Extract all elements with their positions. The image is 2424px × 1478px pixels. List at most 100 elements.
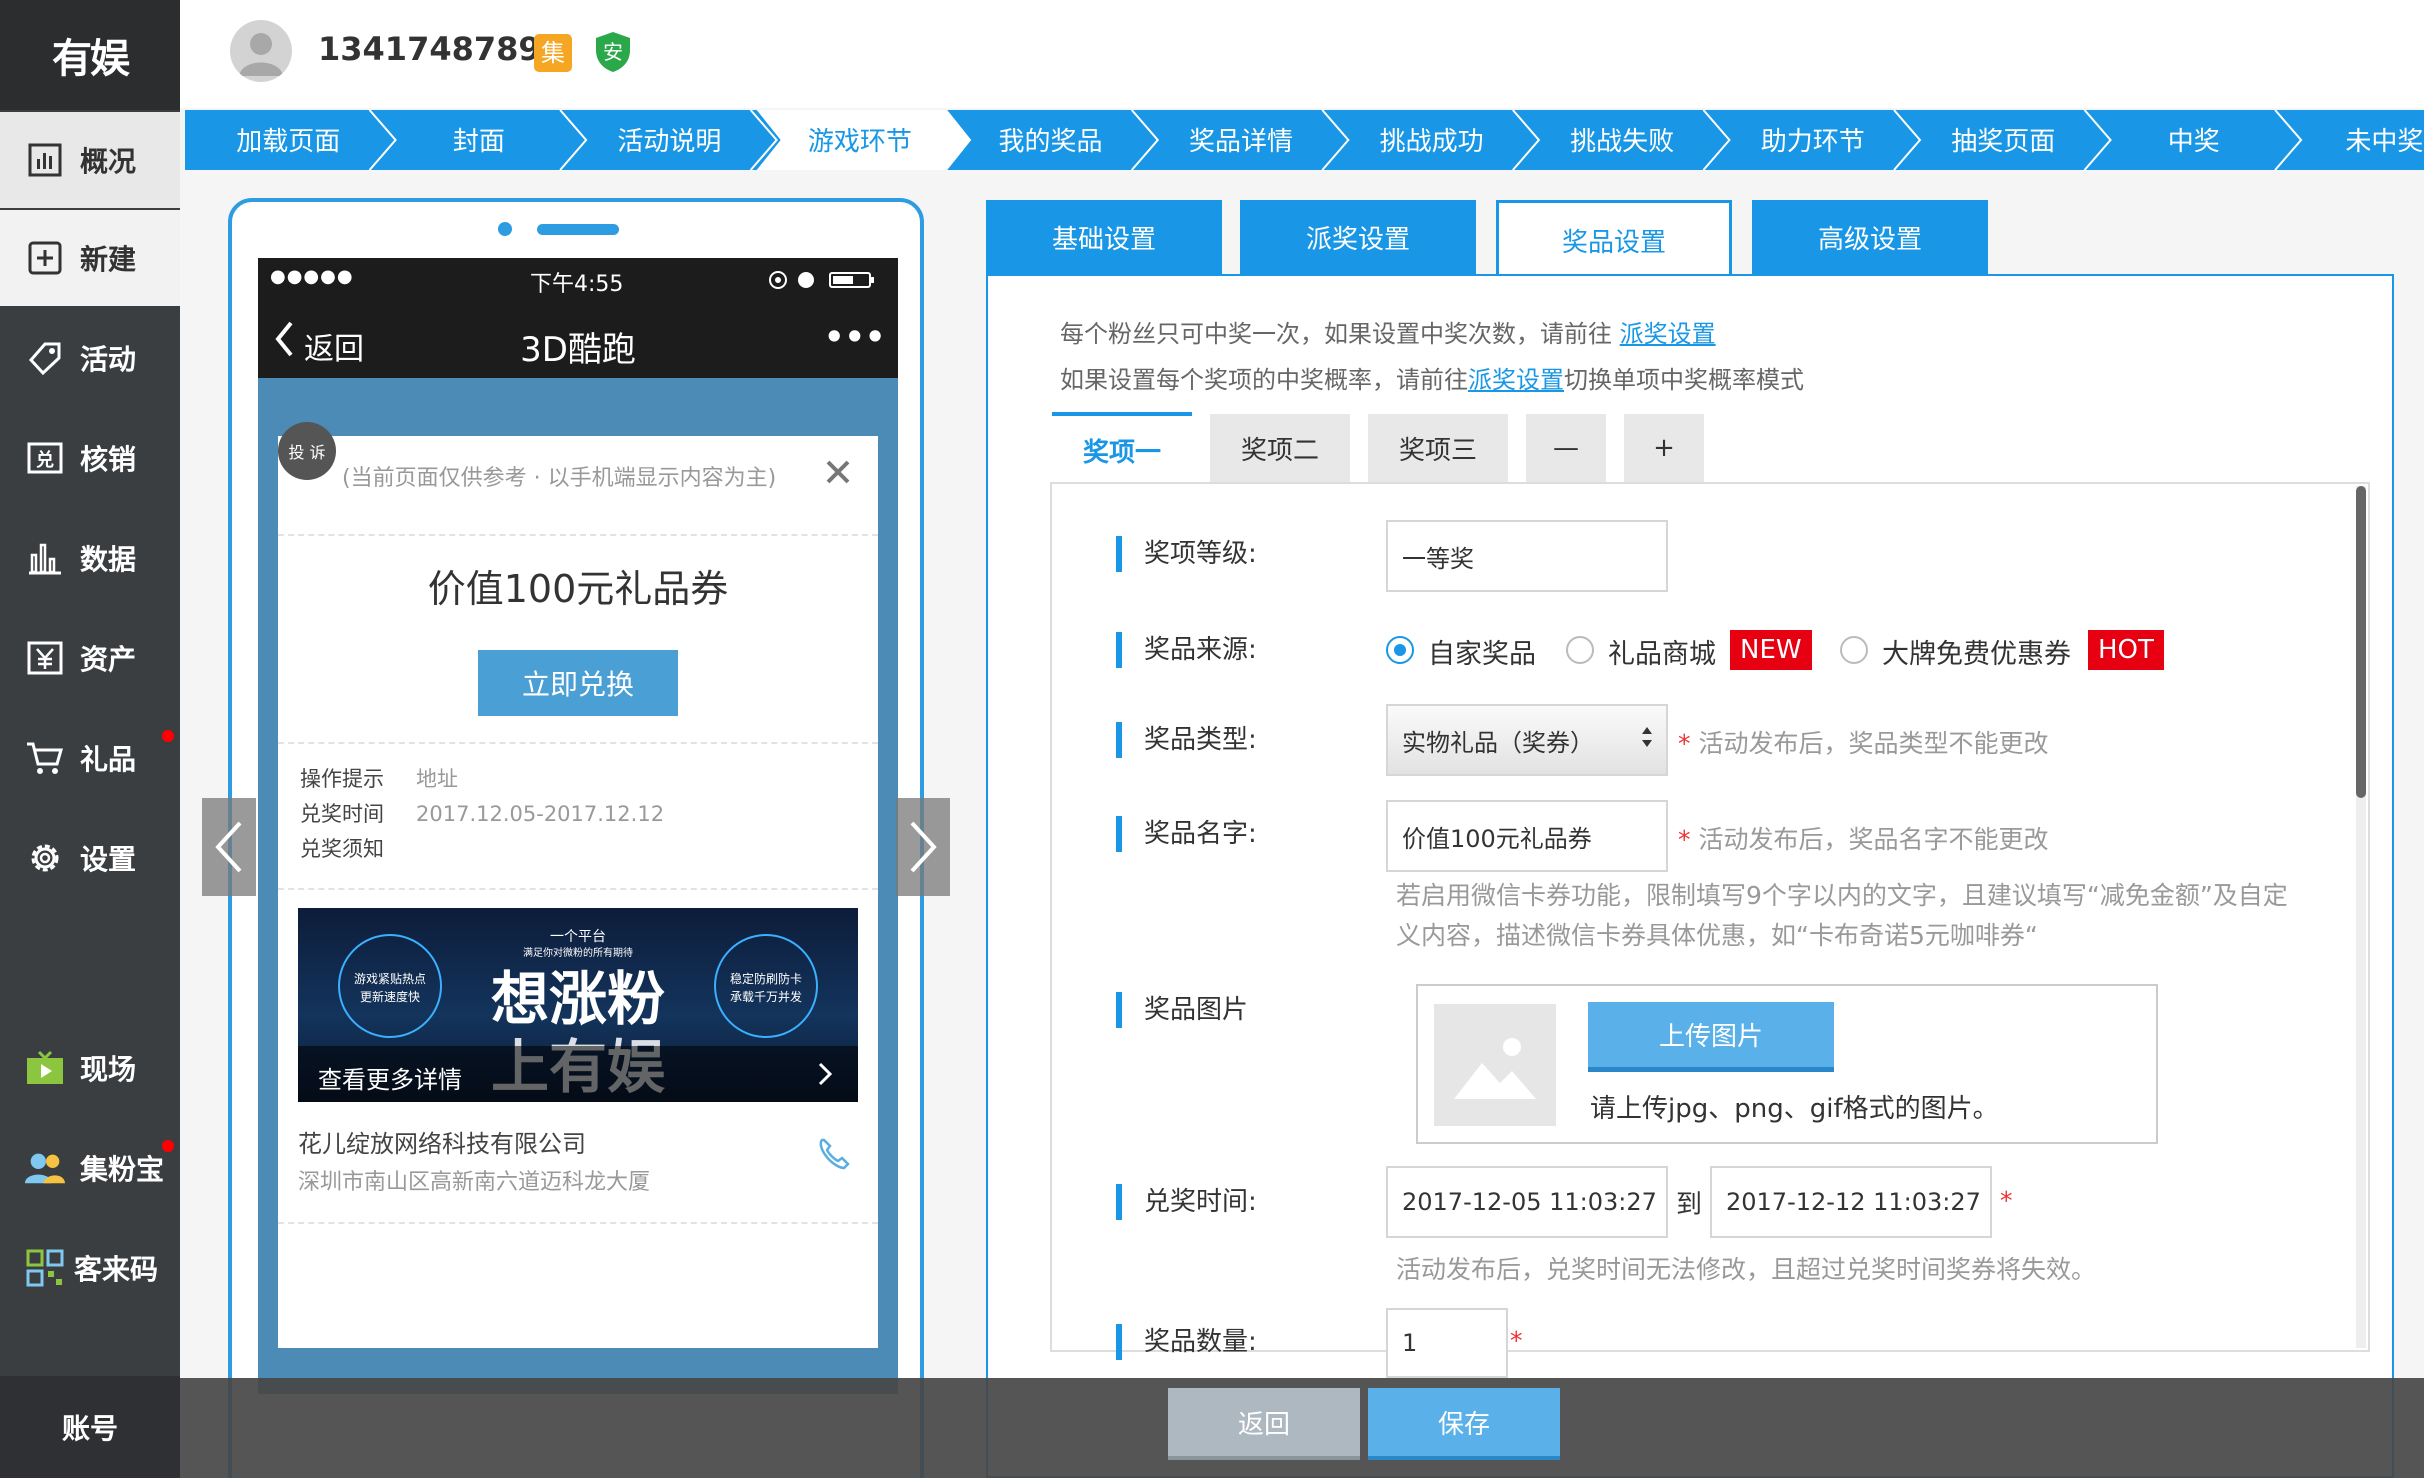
info-label: 兑奖时间 [300, 802, 384, 826]
step-12[interactable]: 未中奖 [2345, 127, 2423, 157]
phone-screen: ●●●●● 下午4:55 返回 3D酷跑 ••• (当前页面仅供参考 · 以手机… [258, 258, 898, 1394]
award-settings-link[interactable]: 派奖设置 [1620, 320, 1716, 348]
sidebar-item-label: 新建 [80, 243, 137, 276]
logo-text: 有娱 [52, 36, 130, 82]
step-chevron [2083, 110, 2112, 170]
chevron-right-icon [910, 821, 937, 873]
step-3[interactable]: 活动说明 [617, 127, 721, 157]
step-4[interactable]: 游戏环节 [808, 127, 912, 157]
radio-gift-mall[interactable] [1566, 636, 1594, 664]
user-phone: 13417487894 [318, 30, 563, 68]
tab-prize-2[interactable]: 奖项二 [1210, 414, 1350, 482]
info-value: 地址 [416, 767, 458, 791]
step-10[interactable]: 抽奖页面 [1951, 127, 2055, 157]
sidebar-item-overview[interactable]: 概况 [0, 112, 180, 208]
more-icon[interactable]: ••• [824, 318, 885, 356]
divider [278, 1222, 878, 1224]
qty-input[interactable]: 1 [1386, 1308, 1508, 1378]
name-note: * 活动发布后，奖品名字不能更改 [1678, 825, 2049, 854]
app-logo[interactable]: 有娱 [0, 0, 180, 110]
step-5[interactable]: 我的奖品 [998, 127, 1102, 157]
name-input[interactable]: 价值100元礼品券 [1386, 800, 1668, 872]
bar-chart-icon [24, 537, 66, 579]
avatar[interactable] [230, 20, 292, 82]
sidebar-item-label: 资产 [80, 643, 137, 676]
tab-advanced-settings[interactable]: 高级设置 [1752, 200, 1988, 274]
step-chevron [559, 110, 588, 170]
svg-text:安: 安 [603, 40, 623, 64]
type-select-value: 实物礼品（奖券） [1402, 728, 1594, 757]
tab-basic-settings[interactable]: 基础设置 [986, 200, 1222, 274]
speaker-slot [537, 224, 619, 235]
preview-next-arrow[interactable] [896, 798, 950, 896]
hot-badge: HOT [2088, 630, 2164, 670]
preview-prev-arrow[interactable] [202, 798, 256, 896]
time-start-input[interactable]: 2017-12-05 11:03:27 [1386, 1166, 1668, 1238]
step-7[interactable]: 挑战成功 [1380, 127, 1484, 157]
chevron-right-icon [818, 1062, 833, 1090]
step-6[interactable]: 奖品详情 [1189, 127, 1293, 157]
info-labels: 操作提示 兑奖时间 兑奖须知 [300, 762, 384, 867]
name-label: 奖品名字: [1116, 816, 1257, 852]
step-chevron [368, 110, 397, 170]
sidebar-item-qrcode[interactable]: 客来码 [0, 1220, 180, 1316]
back-button[interactable]: 返回 [1168, 1388, 1360, 1460]
sidebar-item-onsite[interactable]: 现场 [0, 1020, 180, 1116]
step-chevron [1131, 110, 1160, 170]
hint-line-2: 如果设置每个奖项的中奖概率，请前往派奖设置切换单项中奖概率模式 [1060, 360, 1804, 395]
sidebar-item-gifts[interactable]: 礼品 [0, 710, 180, 806]
remove-prize-button[interactable]: — [1526, 414, 1606, 482]
sidebar-item-activity[interactable]: 活动 [0, 310, 180, 406]
camera-dot [498, 222, 512, 236]
sidebar-item-new[interactable]: 新建 [0, 210, 180, 306]
top-header: 13417487894 集 安 [180, 0, 2424, 108]
plus-square-icon [24, 237, 66, 279]
tab-prize-3[interactable]: 奖项三 [1368, 414, 1508, 482]
step-2[interactable]: 封面 [453, 127, 505, 157]
step-8[interactable]: 挑战失败 [1570, 127, 1674, 157]
svg-text:兑: 兑 [36, 449, 54, 471]
radio-brand-coupon[interactable] [1840, 636, 1868, 664]
tab-prize-1[interactable]: 奖项一 [1052, 412, 1192, 484]
promo-banner[interactable]: 一个平台 满足你对微粉的所有期待 游戏紧贴热点 更新速度快 稳定防刷防卡 承载千… [298, 908, 858, 1102]
sidebar-item-data[interactable]: 数据 [0, 510, 180, 606]
radio-own-prize[interactable] [1386, 636, 1414, 664]
step-11[interactable]: 中奖 [2168, 127, 2220, 157]
radio-label: 礼品商城 [1608, 639, 1716, 670]
type-select[interactable]: 实物礼品（奖券） [1386, 704, 1668, 776]
redeem-now-button[interactable]: 立即兑换 [478, 650, 678, 716]
level-input[interactable]: 一等奖 [1386, 520, 1668, 592]
close-icon[interactable] [824, 458, 852, 490]
step-1[interactable]: 加载页面 [236, 127, 340, 157]
form-scrollbar-thumb[interactable] [2356, 486, 2366, 798]
type-note: * 活动发布后，奖品类型不能更改 [1678, 729, 2049, 758]
sidebar-item-redeem[interactable]: 兑 核销 [0, 410, 180, 506]
sidebar-item-label: 活动 [80, 343, 137, 376]
time-end-input[interactable]: 2017-12-12 11:03:27 [1710, 1166, 1992, 1238]
upload-note: 请上传jpg、png、gif格式的图片。 [1590, 1094, 1999, 1124]
tab-prize-settings[interactable]: 奖品设置 [1496, 200, 1732, 278]
step-chevron [1512, 110, 1541, 170]
award-settings-link-2[interactable]: 派奖设置 [1468, 366, 1564, 394]
notification-dot [162, 1140, 174, 1152]
name-tip-1: 若启用微信卡券功能，限制填写9个字以内的文字，且建议填写“减免金额”及自定 [1396, 881, 2288, 910]
sidebar-item-label: 礼品 [80, 743, 137, 776]
step-chevron [2274, 110, 2303, 170]
view-more-link[interactable]: 查看更多详情 [318, 1060, 462, 1095]
tab-award-settings[interactable]: 派奖设置 [1240, 200, 1476, 274]
sidebar-account[interactable]: 账号 [0, 1376, 180, 1478]
step-9[interactable]: 助力环节 [1761, 127, 1865, 157]
sidebar-item-label: 数据 [80, 543, 137, 576]
phone-call-icon[interactable] [816, 1136, 852, 1176]
sidebar-item-fans[interactable]: 集粉宝 [0, 1120, 180, 1216]
phone-page-title: 3D酷跑 [520, 330, 636, 370]
complaint-badge[interactable]: 投 诉 [278, 422, 336, 480]
sidebar-item-assets[interactable]: 资产 [0, 610, 180, 706]
users-icon [24, 1147, 66, 1189]
add-prize-button[interactable]: + [1624, 414, 1704, 482]
save-button[interactable]: 保存 [1368, 1388, 1560, 1460]
upload-image-button[interactable]: 上传图片 [1588, 1002, 1834, 1072]
banner-overlay: 查看更多详情 [298, 1046, 858, 1102]
sidebar-item-settings[interactable]: 设置 [0, 810, 180, 906]
hint-text: 如果设置每个奖项的中奖概率，请前往 [1060, 366, 1468, 394]
